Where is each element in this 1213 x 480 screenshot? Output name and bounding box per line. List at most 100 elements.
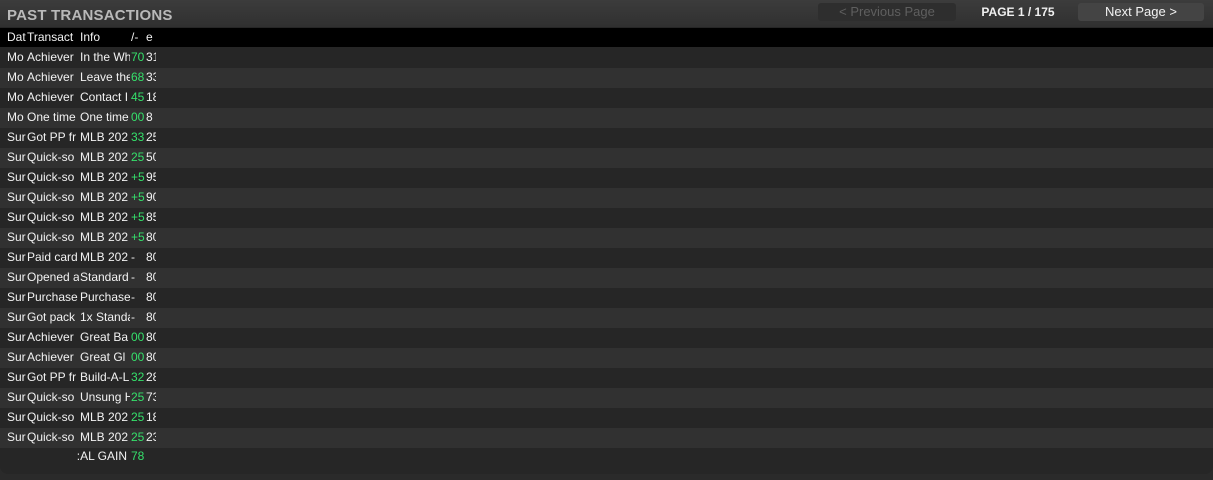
cell-date: Mo [7, 110, 24, 124]
column-header-date[interactable]: Dat [7, 28, 26, 48]
cell-delta: 32 [131, 370, 145, 384]
table-row[interactable]: SurGot PP frMLB 2023325 [0, 128, 1213, 148]
cell-date: Sur [7, 190, 26, 204]
cell-date: Sur [7, 150, 26, 164]
cell-info: MLB 202 [80, 410, 129, 424]
table-row[interactable]: SurQuick-so MLB 202+580 [0, 228, 1213, 248]
cell-balance: 18 [146, 90, 156, 104]
column-header-delta[interactable]: /- [131, 28, 145, 48]
cell-balance: 80 [146, 270, 156, 284]
cell-delta: - [131, 310, 135, 324]
cell-transaction: Achiever [27, 90, 74, 104]
cell-date: Mo [7, 70, 24, 84]
cell-info: Leave the [80, 70, 130, 84]
cell-transaction: Paid card [27, 250, 78, 264]
cell-balance: 33 [146, 70, 156, 84]
cell-delta: 25 [131, 150, 145, 164]
table-row[interactable]: SurAchiever Great Gl 0080 [0, 348, 1213, 368]
cell-transaction: One time [27, 110, 76, 124]
table-row[interactable]: SurPurchasePurchase-80 [0, 288, 1213, 308]
cell-transaction: Quick-so [27, 170, 75, 184]
cell-delta: +5 [131, 230, 145, 244]
column-header-balance[interactable]: e [146, 28, 156, 48]
cell-info: Standard [80, 270, 129, 284]
table-row[interactable]: SurQuick-so Unsung H2573 [0, 388, 1213, 408]
cell-info: In the Wh [80, 50, 130, 64]
next-page-button[interactable]: Next Page > [1078, 3, 1204, 21]
cell-info: One time [80, 110, 129, 124]
cell-date: Sur [7, 370, 26, 384]
cell-delta: 45 [131, 90, 145, 104]
cell-balance: 18 [146, 410, 156, 424]
cell-transaction: Quick-so [27, 230, 75, 244]
panel-title: PAST TRANSACTIONS [7, 7, 173, 24]
cell-transaction: Quick-so [27, 150, 75, 164]
previous-page-button[interactable]: < Previous Page [818, 3, 956, 21]
table-row[interactable]: MoAchiever Contact I4518 [0, 88, 1213, 108]
cell-info: MLB 202 [80, 130, 129, 144]
cell-delta: - [131, 290, 135, 304]
table-row[interactable]: SurQuick-so MLB 2022523 [0, 428, 1213, 448]
cell-delta: 70 [131, 50, 145, 64]
cell-info: Unsung H [80, 390, 130, 404]
cell-balance: 80 [146, 310, 156, 324]
total-gain-value: 78 [131, 449, 145, 463]
cell-delta: 25 [131, 390, 145, 404]
cell-date: Sur [7, 170, 26, 184]
cell-transaction: Quick-so [27, 410, 75, 424]
cell-transaction: Achiever [27, 50, 74, 64]
cell-date: Sur [7, 350, 26, 364]
cell-delta: 00 [131, 330, 145, 344]
table-row[interactable]: SurAchiever Great Ba0080 [0, 328, 1213, 348]
cell-info: Contact I [80, 90, 129, 104]
cell-transaction: Achiever [27, 70, 74, 84]
table-row[interactable]: SurQuick-so MLB 2022550 [0, 148, 1213, 168]
cell-delta: 25 [131, 430, 145, 444]
table-row[interactable]: SurOpened aStandard-80 [0, 268, 1213, 288]
cell-date: Sur [7, 210, 26, 224]
past-transactions-panel: PAST TRANSACTIONS < Previous Page PAGE 1… [0, 0, 1213, 474]
table-row[interactable]: Mo One time One time 00 8 [0, 108, 1213, 128]
cell-delta: 00 [131, 350, 145, 364]
cell-delta: +5 [131, 210, 145, 224]
cell-info: MLB 202 [80, 210, 129, 224]
cell-balance: 80 [146, 350, 156, 364]
cell-date: Mo [7, 50, 24, 64]
cell-delta: - [131, 250, 135, 264]
cell-balance: 80 [146, 290, 156, 304]
table-row[interactable]: MoAchiever In the Wh7031 [0, 48, 1213, 68]
cell-balance: 85 [146, 210, 156, 224]
cell-date: Sur [7, 410, 26, 424]
cell-balance: 25 [146, 130, 156, 144]
table-row[interactable]: SurQuick-so MLB 202+595 [0, 168, 1213, 188]
cell-delta: +5 [131, 190, 145, 204]
cell-info: MLB 202 [80, 190, 129, 204]
table-row[interactable]: SurPaid cardMLB 202-80 [0, 248, 1213, 268]
cell-transaction: Achiever [27, 330, 74, 344]
column-header-info[interactable]: Info [80, 28, 130, 48]
panel-header: PAST TRANSACTIONS < Previous Page PAGE 1… [0, 0, 1213, 27]
cell-transaction: Quick-so [27, 210, 75, 224]
cell-balance: 80 [146, 250, 156, 264]
cell-date: Mo [7, 90, 24, 104]
table-row[interactable]: SurQuick-so MLB 202+590 [0, 188, 1213, 208]
cell-info: Great Gl [80, 350, 126, 364]
cell-date: Sur [7, 130, 26, 144]
cell-balance: 90 [146, 190, 156, 204]
cell-info: Great Ba [80, 330, 129, 344]
column-header-transaction[interactable]: Transact [27, 28, 79, 48]
cell-transaction: Got PP fr [27, 130, 77, 144]
table-row[interactable]: SurGot pack 1x Standa-80 [0, 308, 1213, 328]
cell-date: Sur [7, 230, 26, 244]
table-row[interactable]: SurQuick-so MLB 2022518 [0, 408, 1213, 428]
table-row[interactable]: MoAchiever Leave the6833 [0, 68, 1213, 88]
table-row[interactable]: SurQuick-so MLB 202+585 [0, 208, 1213, 228]
cell-date: Sur [7, 270, 26, 284]
cell-balance: 50 [146, 150, 156, 164]
table-header: Dat Transact Info /- e [0, 28, 1213, 47]
cell-balance: 28 [146, 370, 156, 384]
cell-delta: +5 [131, 170, 145, 184]
page-indicator: PAGE 1 / 175 [981, 5, 1055, 19]
cell-balance: 8 [146, 110, 153, 124]
table-row[interactable]: SurGot PP frBuild-A-L3228 [0, 368, 1213, 388]
